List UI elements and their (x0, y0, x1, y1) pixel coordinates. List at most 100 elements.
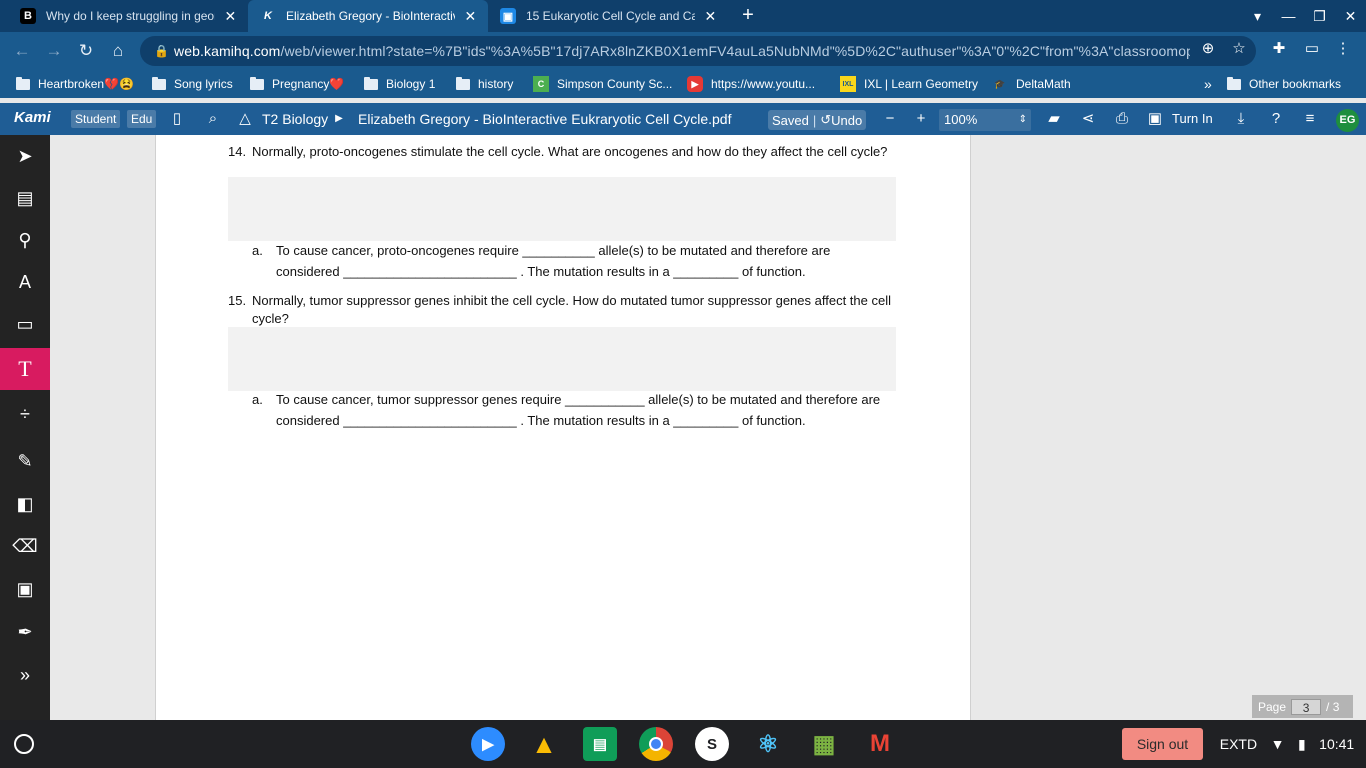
page-number-input[interactable]: 3 (1291, 698, 1322, 715)
turn-in-button[interactable]: Turn In (1172, 110, 1213, 128)
breadcrumb-folder[interactable]: T2 Biology (262, 110, 328, 128)
minimize-icon[interactable]: — (1273, 0, 1304, 32)
bookmark-folder[interactable]: Pregnancy❤️ (250, 75, 344, 93)
forward-icon[interactable]: → (43, 40, 65, 62)
bookmark-link[interactable]: C Simpson County Sc... (533, 75, 672, 93)
select-tool-icon[interactable]: ➤ (0, 135, 50, 177)
folder-icon (364, 76, 378, 90)
google-classroom-app-icon[interactable]: ▤ (583, 727, 617, 761)
undo-icon[interactable]: ↺ (820, 112, 831, 128)
youtube-icon: ▶ (687, 76, 703, 92)
add-media-tool-icon[interactable]: ▣ (0, 568, 50, 610)
page-indicator: Page 3 / 3 (1252, 695, 1353, 718)
google-drive-icon[interactable]: △ (236, 110, 254, 128)
zoom-select[interactable]: 100% ⇕ (939, 109, 1031, 131)
back-icon[interactable]: ← (11, 40, 33, 62)
equation-tool-icon[interactable]: ÷ (0, 393, 50, 435)
extensions-icon[interactable]: ✚ (1270, 39, 1288, 57)
wifi-icon: ▼ (1270, 736, 1285, 752)
reload-icon[interactable]: ↻ (75, 40, 97, 62)
bookmark-link[interactable]: 🎓 DeltaMath (992, 75, 1070, 93)
new-tab-button[interactable]: + (737, 4, 759, 26)
tab-kami-document[interactable]: K Elizabeth Gregory - BioInteractive ✕ (248, 0, 488, 32)
text-tool-icon[interactable]: T (0, 348, 50, 390)
bookmark-link[interactable]: IXL IXL | Learn Geometry (840, 75, 978, 93)
atom-app-icon[interactable]: ⚛ (751, 727, 785, 761)
undo-button[interactable]: Undo (831, 113, 862, 128)
tab-geometry[interactable]: B Why do I keep struggling in geom ✕ (8, 0, 248, 32)
shapes-tool-icon[interactable]: ◧ (0, 483, 50, 525)
os-shelf: ▶ ▲ ▤ S ⚛ ▦ M Sign out EXTD ▼ ▮ 10:41 (0, 720, 1366, 768)
tab-label: Elizabeth Gregory - BioInteractive (286, 9, 455, 23)
document-viewport[interactable]: 14. Normally, proto-oncogenes stimulate … (50, 135, 1366, 720)
bookmark-link[interactable]: ▶ https://www.youtu... (687, 75, 815, 93)
expand-toolbar-icon[interactable]: » (0, 654, 50, 696)
signature-tool-icon[interactable]: ✒ (0, 611, 50, 653)
help-icon[interactable]: ? (1266, 110, 1286, 128)
open-folder-icon[interactable]: ▰ (1044, 110, 1064, 128)
saved-label: Saved (772, 112, 809, 128)
save-icon[interactable]: ▣ (1145, 110, 1165, 128)
tab-classroom[interactable]: ▣ 15 Eukaryotic Cell Cycle and Car ✕ (488, 0, 728, 32)
tab-favicon: ▣ (500, 8, 516, 24)
bookmark-star-icon[interactable]: ☆ (1230, 39, 1248, 57)
google-drive-app-icon[interactable]: ▲ (527, 727, 561, 761)
bookmark-folder[interactable]: Biology 1 (364, 75, 435, 93)
graduation-cap-icon: 🎓 (994, 78, 1006, 89)
answer-box-15[interactable] (228, 327, 896, 391)
close-window-icon[interactable]: ✕ (1335, 0, 1366, 32)
close-icon[interactable]: ✕ (703, 8, 718, 25)
lock-icon: 🔒 (154, 44, 169, 58)
ixl-icon: IXL (840, 76, 856, 92)
avatar[interactable]: EG (1336, 109, 1359, 132)
profile-dropdown-icon[interactable]: ▾ (1242, 0, 1273, 32)
hamburger-menu-icon[interactable]: ≡ (1300, 110, 1320, 128)
comment-tool-icon[interactable]: ▭ (0, 303, 50, 345)
chrome-app-icon[interactable] (639, 727, 673, 761)
other-bookmarks-folder[interactable]: Other bookmarks (1227, 75, 1341, 93)
share-icon[interactable]: ⋖ (1078, 110, 1098, 128)
eraser-tool-icon[interactable]: ⌫ (0, 525, 50, 567)
launcher-icon[interactable] (14, 734, 34, 754)
install-icon[interactable]: ⊕ (1199, 39, 1217, 57)
bookmark-folder[interactable]: Song lyrics (152, 75, 233, 93)
skype-app-icon[interactable]: S (695, 727, 729, 761)
answer-box-14[interactable] (228, 177, 896, 241)
cast-icon[interactable]: ▭ (1303, 39, 1321, 57)
close-icon[interactable]: ✕ (463, 8, 478, 25)
clock: 10:41 (1319, 736, 1355, 752)
bookmark-folder[interactable]: Heartbroken💔😫 (16, 75, 134, 93)
dictionary-tool-icon[interactable]: ⚲ (0, 219, 50, 261)
zoom-app-icon[interactable]: ▶ (471, 727, 505, 761)
kami-toolbar: Kami Student Edu ▯ ⌕ △ T2 Biology ▶ Eliz… (0, 103, 1366, 135)
menu-icon[interactable]: ⋮ (1334, 39, 1352, 57)
download-icon[interactable]: ⤓ (1231, 110, 1251, 128)
gmail-app-icon[interactable]: M (863, 727, 897, 761)
keyboard-layout-label: EXTD (1219, 736, 1258, 752)
battery-icon: ▮ (1297, 735, 1306, 752)
edu-badge: Edu (127, 110, 157, 128)
close-icon[interactable]: ✕ (223, 8, 238, 25)
print-icon[interactable]: ⎙ (1112, 110, 1132, 128)
folder-icon (456, 76, 470, 90)
bookmarks-overflow-button[interactable]: » (1204, 75, 1212, 93)
kami-logo: Kami (14, 109, 51, 126)
bookmark-folder[interactable]: history (456, 75, 513, 93)
drawing-tool-icon[interactable]: ✎ (0, 440, 50, 482)
sign-out-button[interactable]: Sign out (1122, 728, 1203, 760)
zoom-out-icon[interactable]: − (881, 110, 899, 128)
geometry-app-icon[interactable]: ▦ (807, 727, 841, 761)
student-badge: Student (71, 110, 121, 128)
zoom-in-icon[interactable]: + (912, 110, 930, 128)
sidebar-toggle-icon[interactable]: ▯ (168, 110, 186, 128)
status-tray[interactable]: EXTD ▼ ▮ 10:41 (1213, 728, 1361, 760)
address-bar[interactable]: 🔒 web.kamihq.com/web/viewer.html?state=%… (140, 36, 1256, 66)
question-text: Normally, tumor suppressor genes inhibit… (252, 293, 891, 326)
document-title[interactable]: Elizabeth Gregory - BioInteractive Eukra… (358, 110, 731, 128)
subquestion-line: considered ________________________ . Th… (276, 264, 806, 279)
home-icon[interactable]: ⌂ (107, 40, 129, 62)
restore-icon[interactable]: ❐ (1304, 0, 1335, 32)
search-icon[interactable]: ⌕ (204, 110, 222, 128)
library-tool-icon[interactable]: ▤ (0, 177, 50, 219)
markup-tool-icon[interactable]: A (0, 261, 50, 303)
